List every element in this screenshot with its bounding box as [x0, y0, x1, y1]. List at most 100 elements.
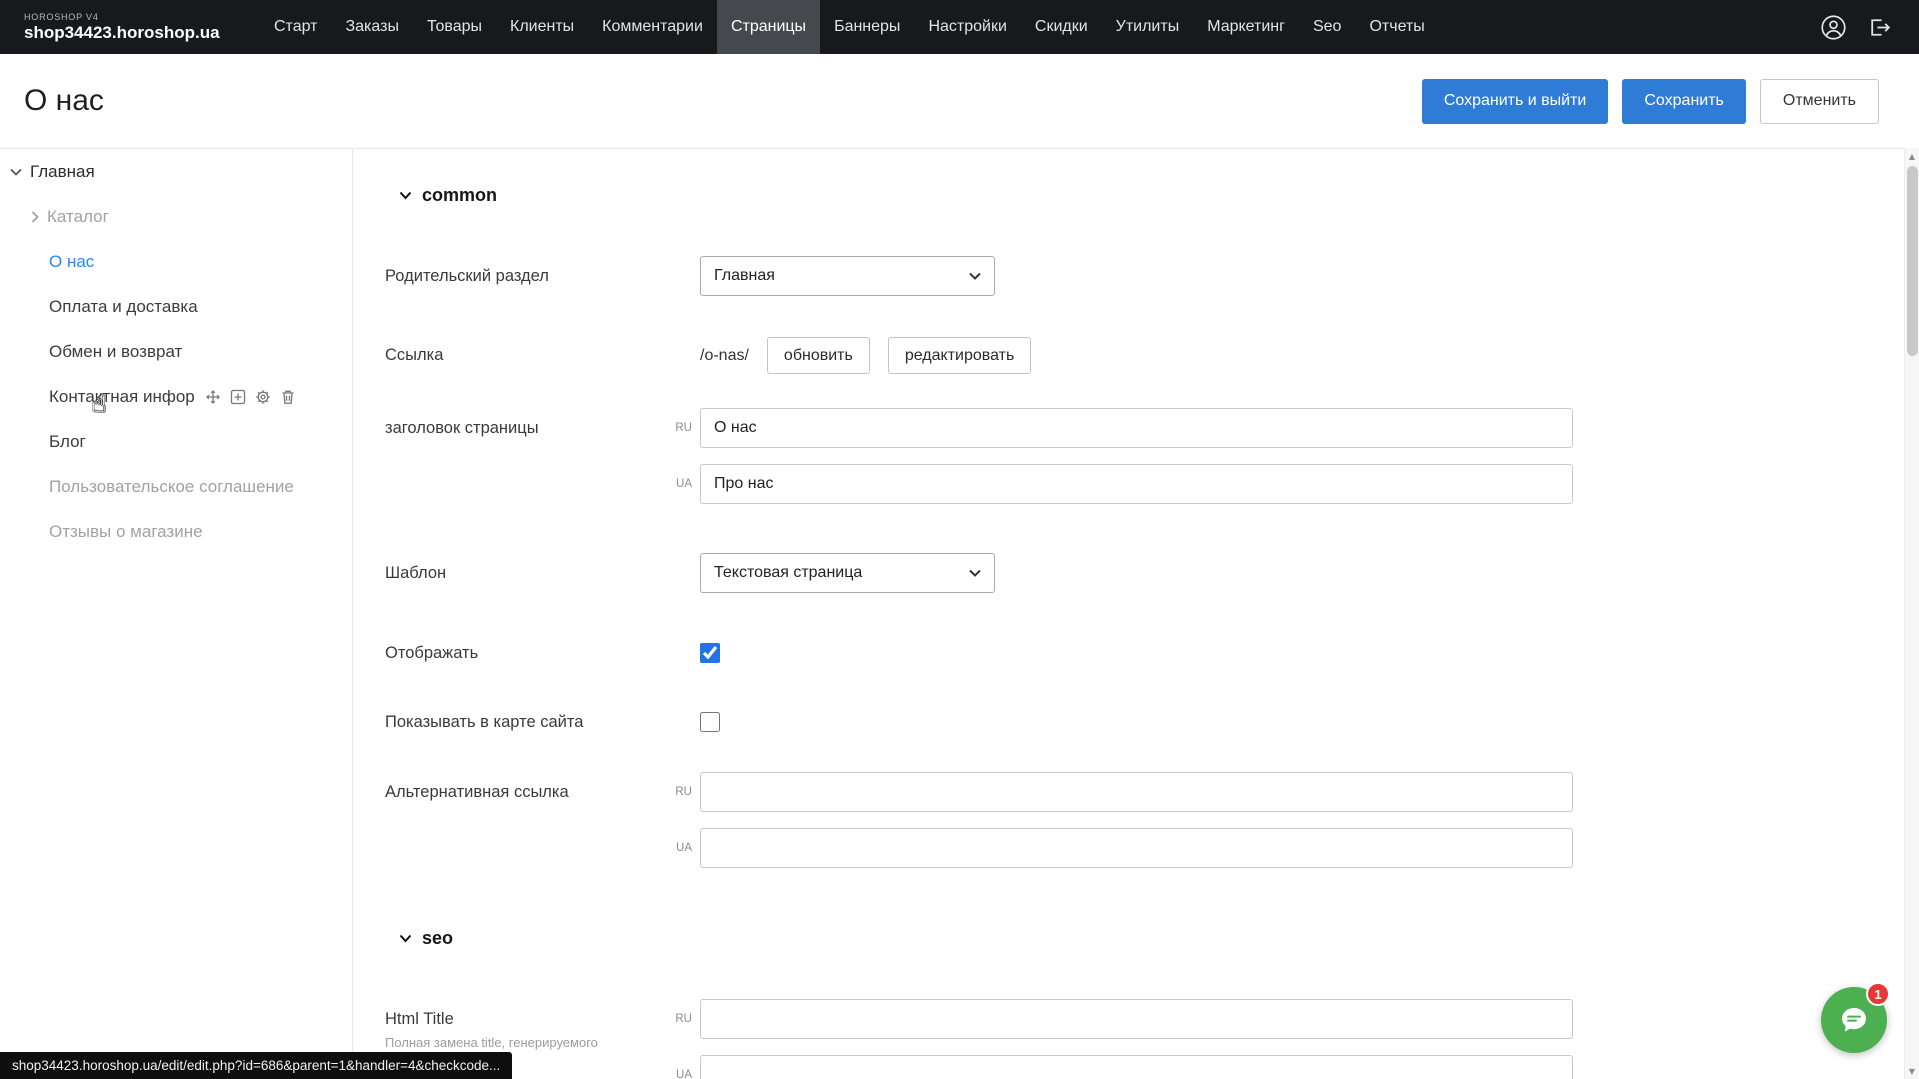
nav-item-pages[interactable]: Страницы — [717, 0, 820, 54]
refresh-link-button[interactable]: обновить — [767, 337, 870, 374]
page-url-path: /o-nas/ — [700, 347, 749, 365]
chevron-down-icon — [10, 168, 22, 176]
section-seo[interactable]: seo — [399, 928, 1859, 949]
save-button[interactable]: Сохранить — [1622, 79, 1746, 124]
edit-link-button[interactable]: редактировать — [888, 337, 1031, 374]
page-header: О нас Сохранить и выйти Сохранить Отмени… — [0, 54, 1919, 148]
tree-item-home[interactable]: Главная — [0, 149, 352, 194]
nav-item-discounts[interactable]: Скидки — [1021, 0, 1102, 54]
template-select[interactable]: Текстовая страница — [700, 553, 995, 593]
html-title-ru-input[interactable] — [700, 999, 1573, 1039]
nav-item-products[interactable]: Товары — [413, 0, 496, 54]
tree-item-payment-delivery[interactable]: Оплата и доставка — [0, 284, 352, 329]
delete-trash-icon[interactable] — [280, 389, 296, 405]
sitemap-row: Показывать в карте сайта — [385, 712, 1859, 732]
chevron-down-icon — [969, 569, 981, 577]
link-status-tooltip: shop34423.horoshop.ua/edit/edit.php?id=6… — [0, 1052, 512, 1079]
chevron-down-icon — [399, 191, 412, 200]
chevron-right-icon — [31, 211, 39, 223]
nav-item-banners[interactable]: Баннеры — [820, 0, 914, 54]
field-label: Альтернативная ссылка — [385, 772, 700, 802]
logout-icon[interactable] — [1865, 13, 1893, 41]
add-subpage-icon[interactable] — [230, 389, 246, 405]
display-row: Отображать — [385, 643, 1859, 663]
lang-badge-ru: RU — [666, 1013, 692, 1025]
page-title-ua-input[interactable] — [700, 464, 1573, 504]
parent-section-select[interactable]: Главная — [700, 256, 995, 296]
alt-link-ru-input[interactable] — [700, 772, 1573, 812]
page-title-ru-input[interactable] — [700, 408, 1573, 448]
field-label: Html Title Полная замена title, генериру… — [385, 999, 700, 1051]
display-checkbox[interactable] — [700, 643, 720, 663]
tree-item-label: Пользовательское соглашение — [49, 477, 294, 497]
parent-section-row: Родительский раздел Главная — [385, 256, 1859, 296]
tree-item-label: Блог — [49, 432, 86, 452]
field-label: Родительский раздел — [385, 256, 700, 286]
nav-item-utilities[interactable]: Утилиты — [1102, 0, 1194, 54]
tree-item-about-us[interactable]: О нас — [0, 239, 352, 284]
page-title: О нас — [24, 84, 104, 118]
main-nav: Старт Заказы Товары Клиенты Комментарии … — [260, 0, 1439, 54]
vertical-scrollbar[interactable]: ▲ ▼ — [1904, 148, 1919, 1079]
nav-item-orders[interactable]: Заказы — [331, 0, 412, 54]
save-and-exit-button[interactable]: Сохранить и выйти — [1422, 79, 1609, 124]
pages-tree-sidebar: Главная Каталог О нас Оплата и доставка … — [0, 149, 353, 1079]
html-title-ua-input[interactable] — [700, 1055, 1573, 1079]
tree-item-blog[interactable]: Блог — [0, 419, 352, 464]
tree-item-label: О нас — [49, 252, 94, 272]
tree-item-catalog[interactable]: Каталог — [0, 194, 352, 239]
tree-item-label: Каталог — [47, 207, 109, 227]
section-title: seo — [422, 928, 453, 949]
tree-item-exchange-return[interactable]: Обмен и возврат — [0, 329, 352, 374]
alt-link-ua-input[interactable] — [700, 828, 1573, 868]
chat-bubble-icon — [1838, 1004, 1870, 1036]
brand-domain: shop34423.horoshop.ua — [24, 23, 230, 43]
brand-version: HOROSHOP V4 — [24, 12, 230, 22]
field-label: Отображать — [385, 643, 700, 663]
nav-item-start[interactable]: Старт — [260, 0, 331, 54]
tree-item-contact-info[interactable]: Контактная инфор — [0, 374, 352, 419]
move-icon[interactable] — [205, 389, 221, 405]
scroll-up-arrow-icon[interactable]: ▲ — [1905, 148, 1919, 164]
sitemap-checkbox[interactable] — [700, 712, 720, 732]
nav-item-seo[interactable]: Seo — [1299, 0, 1355, 54]
field-label-text: Html Title — [385, 1009, 700, 1029]
topbar: HOROSHOP V4 shop34423.horoshop.ua Старт … — [0, 0, 1919, 54]
chat-unread-badge: 1 — [1866, 982, 1890, 1006]
tree-item-user-agreement[interactable]: Пользовательское соглашение — [0, 464, 352, 509]
nav-item-comments[interactable]: Комментарии — [588, 0, 717, 54]
nav-item-settings[interactable]: Настройки — [914, 0, 1020, 54]
page-title-row: заголовок страницы RU UA — [385, 408, 1859, 504]
header-buttons: Сохранить и выйти Сохранить Отменить — [1422, 79, 1879, 124]
field-label: Шаблон — [385, 553, 700, 583]
section-common[interactable]: common — [399, 185, 1859, 206]
nav-item-reports[interactable]: Отчеты — [1355, 0, 1438, 54]
select-value: Текстовая страница — [714, 564, 862, 582]
user-account-icon[interactable] — [1819, 13, 1847, 41]
select-value: Главная — [714, 267, 775, 285]
settings-gear-icon[interactable] — [255, 389, 271, 405]
tree-item-label: Отзывы о магазине — [49, 522, 203, 542]
scrollbar-thumb[interactable] — [1907, 166, 1918, 356]
tree-item-store-reviews[interactable]: Отзывы о магазине — [0, 509, 352, 554]
page-edit-form: common Родительский раздел Главная Ссылк… — [353, 149, 1919, 1079]
field-label: заголовок страницы — [385, 408, 700, 438]
brand[interactable]: HOROSHOP V4 shop34423.horoshop.ua — [0, 0, 260, 54]
nav-item-marketing[interactable]: Маркетинг — [1193, 0, 1299, 54]
field-label: Ссылка — [385, 335, 700, 365]
lang-badge-ua: UA — [666, 842, 692, 854]
tree-item-label: Оплата и доставка — [49, 297, 198, 317]
template-row: Шаблон Текстовая страница — [385, 553, 1859, 593]
tree-item-actions — [205, 389, 296, 405]
field-label: Показывать в карте сайта — [385, 712, 700, 732]
lang-badge-ru: RU — [666, 422, 692, 434]
content: Главная Каталог О нас Оплата и доставка … — [0, 148, 1919, 1079]
alt-link-row: Альтернативная ссылка RU UA — [385, 772, 1859, 868]
lang-badge-ru: RU — [666, 786, 692, 798]
nav-item-clients[interactable]: Клиенты — [496, 0, 588, 54]
lang-badge-ua: UA — [666, 478, 692, 490]
chat-launcher-button[interactable]: 1 — [1821, 987, 1887, 1053]
lang-badge-ua: UA — [666, 1069, 692, 1079]
scroll-down-arrow-icon[interactable]: ▼ — [1905, 1063, 1919, 1079]
cancel-button[interactable]: Отменить — [1760, 79, 1879, 124]
